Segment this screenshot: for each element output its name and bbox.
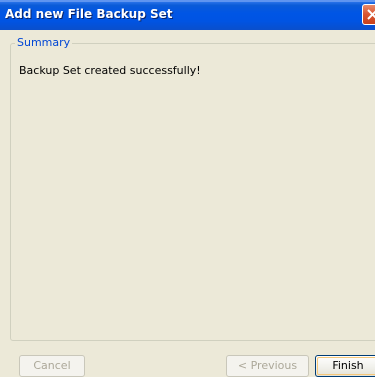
close-button[interactable] (362, 4, 375, 25)
title-bar-highlight (0, 0, 375, 2)
finish-button[interactable]: Finish (315, 355, 375, 377)
dialog-window: Add new File Backup Set Summary Backup S… (0, 0, 375, 377)
previous-button[interactable]: < Previous (226, 355, 309, 377)
cancel-button[interactable]: Cancel (19, 355, 85, 377)
finish-button-label: Finish (332, 359, 364, 372)
summary-legend: Summary (15, 36, 73, 50)
summary-message: Backup Set created successfully! (19, 64, 201, 77)
window-title: Add new File Backup Set (5, 7, 173, 21)
summary-groupbox (10, 43, 375, 341)
close-icon (367, 9, 375, 20)
dialog-content: Summary Backup Set created successfully!… (0, 30, 375, 377)
title-bar[interactable]: Add new File Backup Set (0, 0, 375, 30)
